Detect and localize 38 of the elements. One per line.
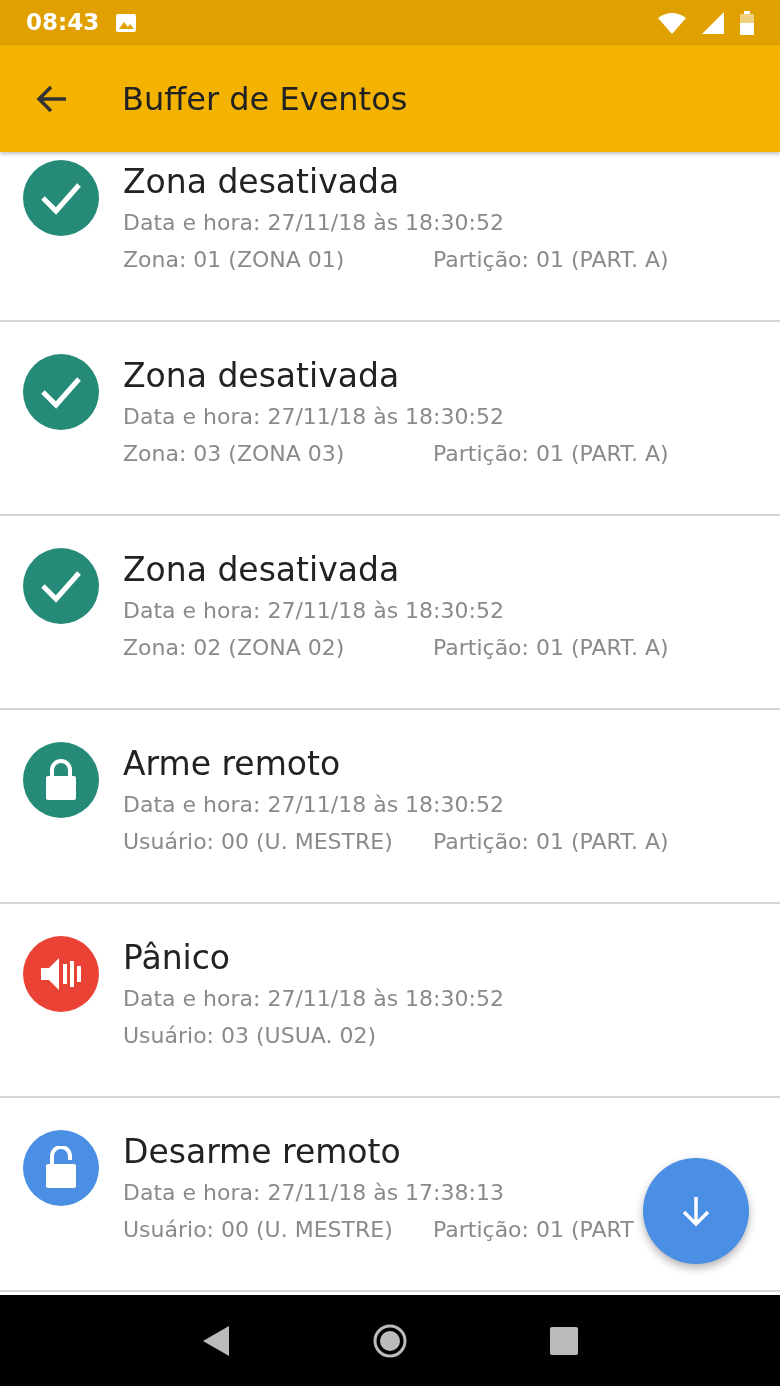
event-source: Zona: 01 (ZONA 01) <box>123 246 346 274</box>
event-partition: Partição: 01 (PART. A) <box>433 246 669 274</box>
event-source: Zona: 03 (ZONA 03) <box>123 440 346 468</box>
event-partition: Partição: 01 (PART. A) <box>433 440 669 468</box>
event-row[interactable]: Arme remoto Data e hora: 27/11/18 às 18:30:52 Usuário: 00 (U. MESTRE) Partição: 01 (PART. A) <box>0 710 780 904</box>
screen-title: Buffer de Eventos <box>122 78 408 120</box>
event-datetime: Data e hora: 27/11/18 às 18:30:52 <box>123 403 505 431</box>
event-source: Zona: 02 (ZONA 02) <box>123 634 346 662</box>
event-row[interactable]: Zona desativada Data e hora: 27/11/18 às 18:30:52 Zona: 03 (ZONA 03) Partição: 01 (PART. A) <box>0 322 780 516</box>
event-partition: Partição: 01 (PART. A) <box>433 828 669 856</box>
event-datetime: Data e hora: 27/11/18 às 17:38:13 <box>123 1179 505 1207</box>
event-partition: Partição: 01 (PART. A) <box>433 634 669 662</box>
event-row[interactable]: Zona desativada Data e hora: 27/11/18 às 18:30:52 Zona: 01 (ZONA 01) Partição: 01 (PART. A) <box>0 152 780 322</box>
home-icon[interactable] <box>372 1322 408 1359</box>
event-title: Zona desativada <box>123 355 401 397</box>
event-source: Usuário: 03 (USUA. 02) <box>123 1022 377 1050</box>
event-title: Desarme remoto <box>123 1131 402 1173</box>
event-partition: Partição: 01 (PART <box>433 1216 634 1244</box>
event-datetime: Data e hora: 27/11/18 às 18:30:52 <box>123 791 505 819</box>
event-title: Zona desativada <box>123 549 401 591</box>
scroll-down-button[interactable] <box>643 1158 749 1264</box>
event-datetime: Data e hora: 27/11/18 às 18:30:52 <box>123 985 504 1013</box>
event-title: Arme remoto <box>123 743 342 785</box>
event-source: Usuário: 00 (U. MESTRE) <box>123 828 394 856</box>
signal-icon <box>702 11 724 34</box>
event-datetime: Data e hora: 27/11/18 às 18:30:52 <box>123 597 505 625</box>
image-icon <box>115 12 138 33</box>
event-title: Pânico <box>123 937 232 979</box>
wifi-icon <box>658 11 686 34</box>
event-title: Zona desativada <box>123 161 401 203</box>
recents-icon[interactable] <box>549 1325 580 1356</box>
event-row[interactable]: Pânico Data e hora: 27/11/18 às 18:30:52 Usuário: 03 (USUA. 02) <box>0 904 780 1098</box>
status-time: 08:43 <box>26 8 100 38</box>
event-datetime: Data e hora: 27/11/18 às 18:30:52 <box>123 209 505 237</box>
event-source: Usuário: 00 (U. MESTRE) <box>123 1216 394 1244</box>
battery-icon <box>740 10 754 35</box>
event-row[interactable]: Zona desativada Data e hora: 27/11/18 às 18:30:52 Zona: 02 (ZONA 02) Partição: 01 (PART. A) <box>0 516 780 710</box>
back-button[interactable] <box>36 84 68 113</box>
